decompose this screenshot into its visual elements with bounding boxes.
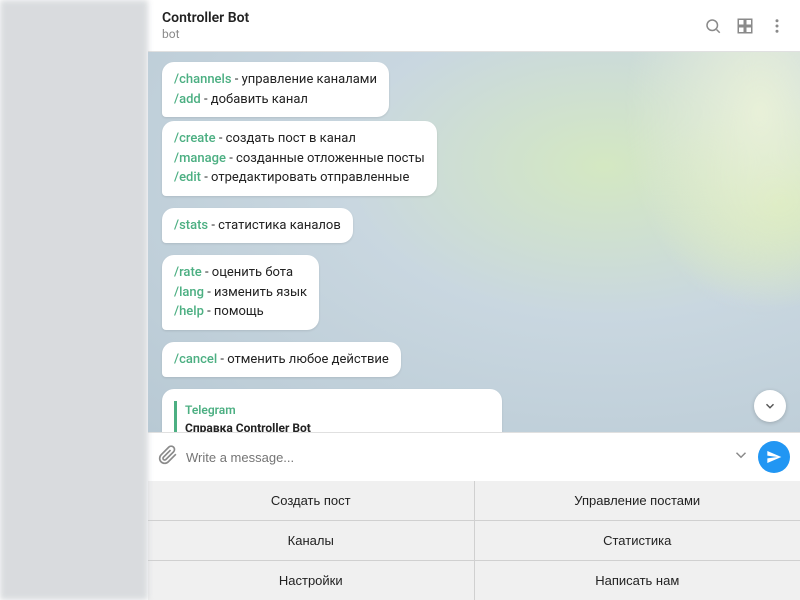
chat-title: Controller Bot <box>162 10 704 27</box>
cmd-cancel: /cancel <box>174 352 217 367</box>
message-bot-1: /channels - управление каналами /add - д… <box>162 62 786 117</box>
chevron-down-icon[interactable] <box>732 446 750 469</box>
cmd-manage: /manage <box>174 151 226 166</box>
message-input[interactable] <box>186 450 724 465</box>
separator-2 <box>162 247 786 255</box>
bubble-bot-forward: Telegram Справка Controller Bot Здесь со… <box>162 389 502 432</box>
quick-btn-contact[interactable]: Написать нам <box>475 561 800 600</box>
message-bot-3: /stats - статистика каналов <box>162 208 786 244</box>
quick-btn-channels[interactable]: Каналы <box>148 521 474 560</box>
cmd-add: /add <box>174 92 201 107</box>
message-bot-2: /create - создать пост в канал /manage -… <box>162 121 786 196</box>
separator-3 <box>162 334 786 342</box>
bubble-bot-3: /stats - статистика каналов <box>162 208 353 244</box>
scroll-down-button[interactable] <box>754 390 786 422</box>
cmd-edit: /edit <box>174 170 201 185</box>
bubble-bot-1: /channels - управление каналами /add - д… <box>162 62 389 117</box>
sidebar <box>0 0 148 600</box>
cmd-lang: /lang <box>174 285 204 300</box>
panel-icon[interactable] <box>736 17 754 35</box>
cmd-rate: /rate <box>174 265 202 280</box>
quick-btn-manage-posts[interactable]: Управление постами <box>475 481 800 520</box>
separator-1 <box>162 200 786 208</box>
cmd-stats: /stats <box>174 218 208 233</box>
cmd-create: /create <box>174 131 216 146</box>
quick-btn-settings[interactable]: Настройки <box>148 561 474 600</box>
quick-btn-create-post[interactable]: Создать пост <box>148 481 474 520</box>
chat-header: Controller Bot bot <box>148 0 800 52</box>
message-bot-4: /rate - оценить бота /lang - изменить яз… <box>162 255 786 330</box>
forward-source: Telegram <box>185 401 490 419</box>
forward-title: Справка Controller Bot <box>185 419 490 432</box>
bubble-bot-5: /cancel - отменить любое действие <box>162 342 401 378</box>
cmd-channels: /channels <box>174 72 232 87</box>
forward-block: Telegram Справка Controller Bot Здесь со… <box>174 401 490 432</box>
search-icon[interactable] <box>704 17 722 35</box>
app-wrapper: Controller Bot bot <box>0 0 800 600</box>
message-bot-5: /cancel - отменить любое действие <box>162 342 786 378</box>
bubble-bot-2: /create - создать пост в канал /manage -… <box>162 121 437 196</box>
message-bot-forward: Telegram Справка Controller Bot Здесь со… <box>162 389 786 432</box>
cmd-help: /help <box>174 304 204 319</box>
chat-area: Controller Bot bot <box>148 0 800 600</box>
quick-btn-stats[interactable]: Статистика <box>475 521 800 560</box>
quick-buttons: Создать пост Управление постами Каналы С… <box>148 481 800 600</box>
input-area <box>148 432 800 481</box>
more-icon[interactable] <box>768 17 786 35</box>
chat-messages: /channels - управление каналами /add - д… <box>148 52 800 432</box>
chat-subtitle: bot <box>162 27 704 41</box>
attach-icon[interactable] <box>158 445 178 470</box>
bubble-bot-4: /rate - оценить бота /lang - изменить яз… <box>162 255 319 330</box>
header-icons <box>704 17 786 35</box>
chat-header-info: Controller Bot bot <box>162 10 704 41</box>
separator-4 <box>162 381 786 389</box>
send-button[interactable] <box>758 441 790 473</box>
